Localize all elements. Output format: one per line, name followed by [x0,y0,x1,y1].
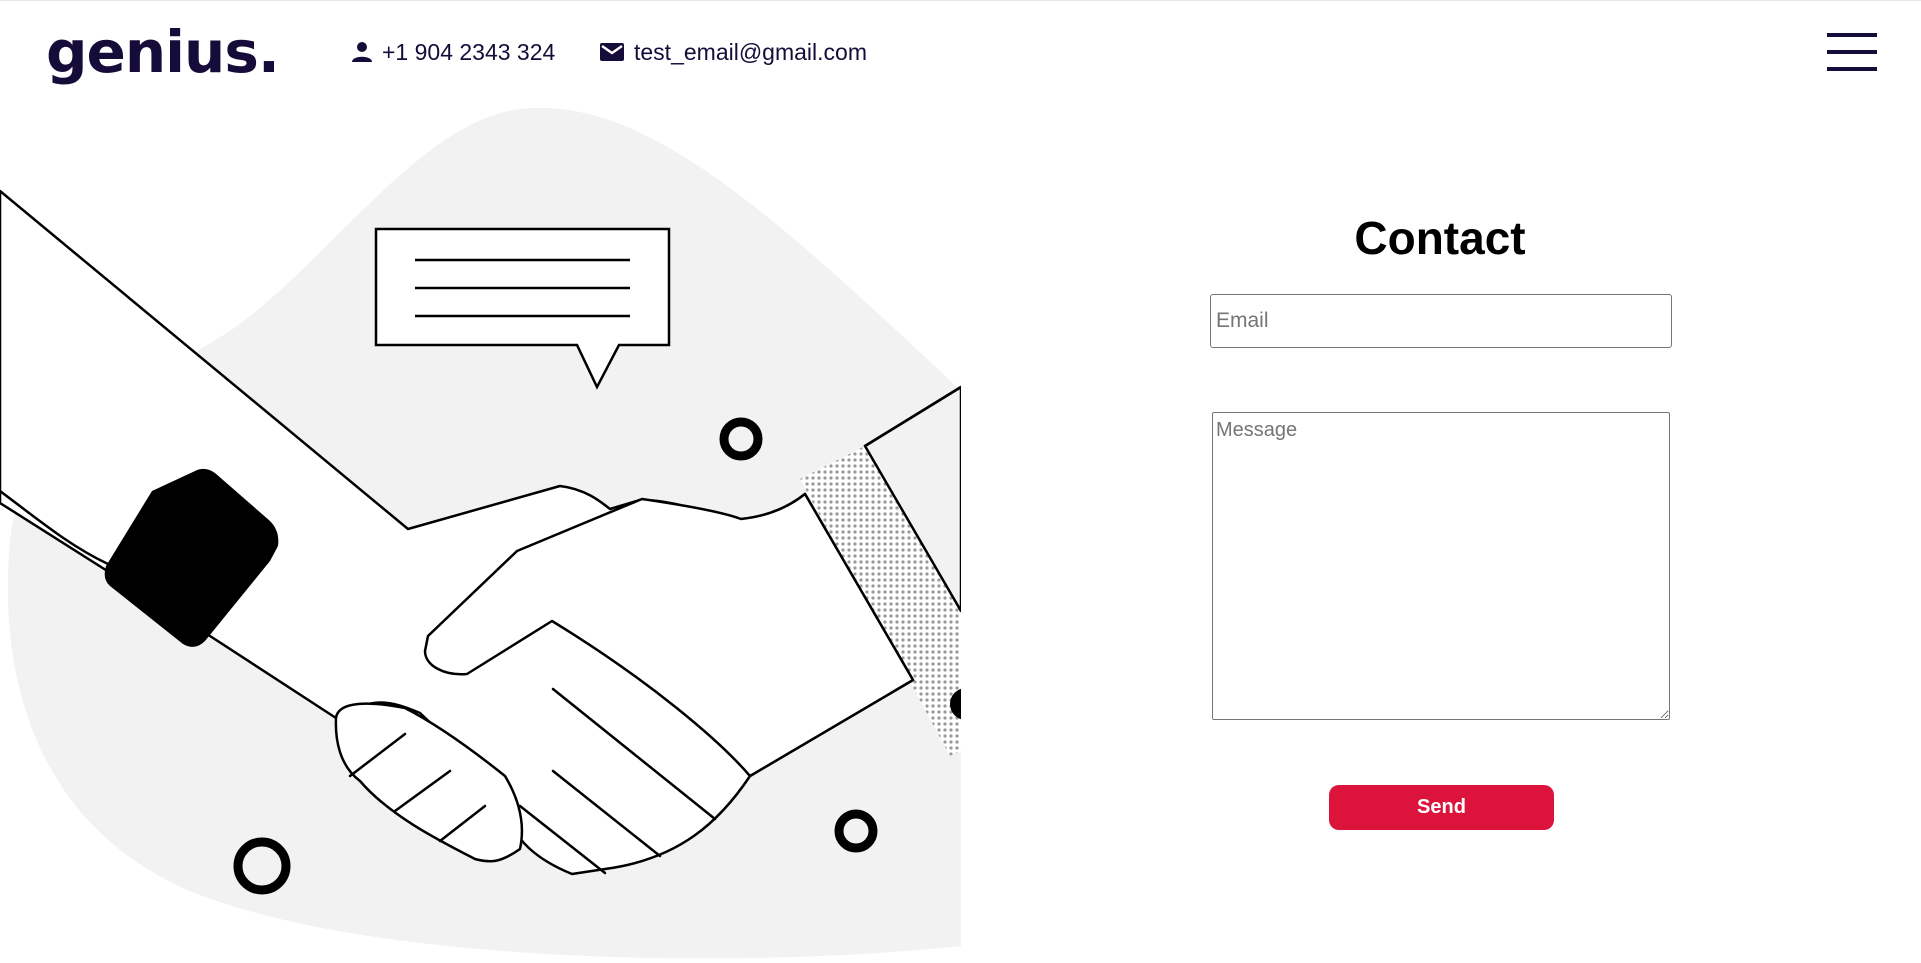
logo[interactable]: genius. [46,17,280,87]
message-field[interactable] [1212,412,1670,720]
envelope-icon [600,43,624,61]
page-title: Contact [1354,212,1526,264]
menu-bar [1827,33,1877,37]
email-field[interactable] [1210,294,1672,348]
site-header: genius. +1 904 2343 324 test_email@gmail… [0,1,1921,106]
menu-bar [1827,50,1877,54]
email-address: test_email@gmail.com [634,38,867,65]
hamburger-menu-icon[interactable] [1827,31,1877,73]
handshake-drawing [0,107,961,959]
phone-number: +1 904 2343 324 [382,38,556,65]
person-icon [352,42,372,62]
send-button[interactable]: Send [1329,785,1554,830]
handshake-illustration [0,106,961,963]
email-contact[interactable]: test_email@gmail.com [600,37,867,67]
phone-contact[interactable]: +1 904 2343 324 [352,37,555,67]
menu-bar [1827,67,1877,71]
